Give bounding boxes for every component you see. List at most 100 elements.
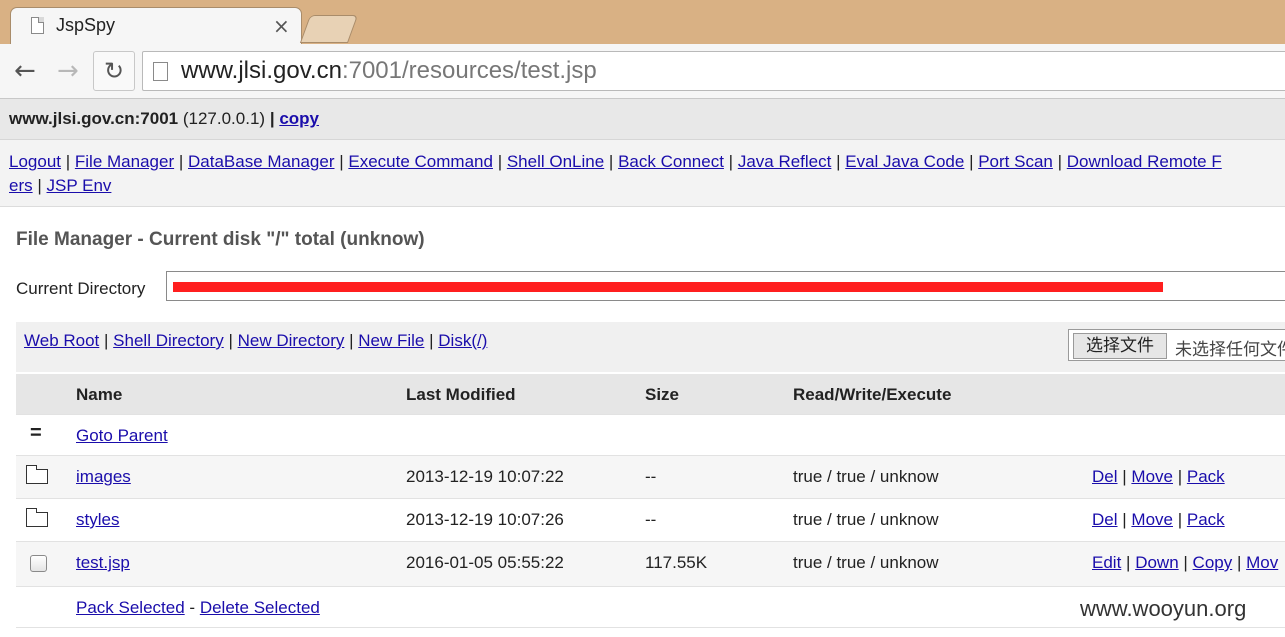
web-root-link[interactable]: Web Root bbox=[24, 331, 99, 350]
table-header-row: Name Last Modified Size Read/Write/Execu… bbox=[16, 374, 1285, 415]
directory-links: Web Root | Shell Directory | New Directo… bbox=[24, 331, 487, 351]
close-icon[interactable]: × bbox=[273, 14, 290, 38]
menu-overflow-fragment[interactable]: ers bbox=[9, 176, 33, 195]
back-arrow-icon[interactable]: ← bbox=[14, 56, 36, 86]
separator: | bbox=[497, 152, 503, 171]
separator: - bbox=[189, 598, 196, 617]
separator: | bbox=[1122, 510, 1127, 529]
table-row: styles 2013-12-19 10:07:26 -- true / tru… bbox=[16, 499, 1285, 542]
redaction-mark bbox=[173, 282, 1163, 292]
pack-selected-link[interactable]: Pack Selected bbox=[76, 598, 185, 617]
browser-tab[interactable]: JspSpy × bbox=[10, 7, 302, 45]
shell-directory-link[interactable]: Shell Directory bbox=[113, 331, 224, 350]
header-modified: Last Modified bbox=[406, 385, 516, 404]
table-row-parent: = Goto Parent bbox=[16, 415, 1285, 456]
menu-file-manager[interactable]: File Manager bbox=[75, 152, 174, 171]
disk-link[interactable]: Disk(/) bbox=[438, 331, 487, 350]
directory-toolbar: Web Root | Shell Directory | New Directo… bbox=[16, 322, 1285, 372]
pack-link[interactable]: Pack bbox=[1187, 467, 1225, 486]
edit-link[interactable]: Edit bbox=[1092, 553, 1121, 572]
permissions: true / true / unknow bbox=[793, 467, 939, 486]
page-title: File Manager - Current disk "/" total (u… bbox=[16, 229, 425, 250]
table-row: images 2013-12-19 10:07:22 -- true / tru… bbox=[16, 456, 1285, 499]
permissions: true / true / unknow bbox=[793, 553, 939, 572]
menu-back-connect[interactable]: Back Connect bbox=[618, 152, 724, 171]
menu-port-scan[interactable]: Port Scan bbox=[978, 152, 1053, 171]
header-size: Size bbox=[645, 385, 680, 404]
choose-file-button[interactable]: 选择文件 bbox=[1073, 333, 1167, 359]
header-name: Name bbox=[76, 385, 123, 404]
host-info: www.jlsi.gov.cn:7001 (127.0.0.1) | copy bbox=[9, 109, 319, 129]
file-size: -- bbox=[645, 467, 657, 486]
host-bar: www.jlsi.gov.cn:7001 (127.0.0.1) | copy bbox=[0, 99, 1285, 140]
menu-download-remote[interactable]: Download Remote F bbox=[1067, 152, 1222, 171]
file-name-link[interactable]: test.jsp bbox=[76, 553, 130, 573]
host-name: www.jlsi.gov.cn:7001 bbox=[9, 109, 179, 128]
del-link[interactable]: Del bbox=[1092, 467, 1118, 486]
file-upload-input[interactable]: 选择文件 未选择任何文件 bbox=[1068, 329, 1285, 361]
new-file-link[interactable]: New File bbox=[358, 331, 424, 350]
separator: | bbox=[1183, 553, 1188, 572]
url-text[interactable]: www.jlsi.gov.cn:7001/resources/test.jsp bbox=[181, 57, 597, 85]
file-size: 117.55K bbox=[645, 553, 708, 572]
menu-jsp-env[interactable]: JSP Env bbox=[47, 176, 112, 195]
current-directory-label: Current Directory bbox=[16, 279, 146, 298]
menu-shell-online[interactable]: Shell OnLine bbox=[507, 152, 604, 171]
menu-database-manager[interactable]: DataBase Manager bbox=[188, 152, 334, 171]
move-link[interactable]: Mov bbox=[1246, 553, 1278, 572]
tab-strip: JspSpy × bbox=[0, 0, 1285, 45]
separator: | bbox=[37, 176, 42, 195]
move-link[interactable]: Move bbox=[1131, 467, 1173, 486]
menu-eval-java-code[interactable]: Eval Java Code bbox=[845, 152, 964, 171]
pack-link[interactable]: Pack bbox=[1187, 510, 1225, 529]
file-name-link[interactable]: images bbox=[76, 467, 131, 487]
delete-selected-link[interactable]: Delete Selected bbox=[200, 598, 320, 617]
url-path: :7001/resources/test.jsp bbox=[341, 57, 597, 84]
separator: | bbox=[728, 152, 734, 171]
folder-icon bbox=[25, 508, 48, 527]
tab-title: JspSpy bbox=[56, 15, 116, 35]
separator: | bbox=[608, 152, 614, 171]
separator: | bbox=[1126, 553, 1131, 572]
separator: | bbox=[349, 331, 354, 350]
row-actions: Del | Move | Pack bbox=[1092, 467, 1225, 487]
main-menu: Logout | File Manager | DataBase Manager… bbox=[0, 140, 1285, 207]
separator: | bbox=[339, 152, 344, 171]
menu-java-reflect[interactable]: Java Reflect bbox=[738, 152, 832, 171]
copy-link[interactable]: copy bbox=[279, 109, 319, 128]
host-ip: (127.0.0.1) bbox=[182, 109, 266, 128]
forward-arrow-icon[interactable]: → bbox=[57, 56, 79, 86]
del-link[interactable]: Del bbox=[1092, 510, 1118, 529]
address-bar[interactable]: www.jlsi.gov.cn:7001/resources/test.jsp bbox=[142, 51, 1285, 91]
separator: | bbox=[1177, 510, 1183, 529]
page-content: www.jlsi.gov.cn:7001 (127.0.0.1) | copy … bbox=[0, 99, 1285, 637]
new-tab-button[interactable] bbox=[299, 15, 359, 43]
parent-dir-icon: = bbox=[30, 422, 42, 444]
file-table: Name Last Modified Size Read/Write/Execu… bbox=[16, 374, 1285, 628]
move-link[interactable]: Move bbox=[1131, 510, 1173, 529]
menu-execute-command[interactable]: Execute Command bbox=[348, 152, 493, 171]
reload-icon[interactable]: ↻ bbox=[93, 51, 135, 91]
select-checkbox[interactable] bbox=[30, 555, 47, 572]
current-directory-input[interactable] bbox=[166, 271, 1285, 301]
menu-links: Logout | File Manager | DataBase Manager… bbox=[9, 150, 1285, 198]
separator: | bbox=[1057, 152, 1063, 171]
row-actions: Del | Move | Pack bbox=[1092, 510, 1225, 530]
down-link[interactable]: Down bbox=[1135, 553, 1178, 572]
file-name-link[interactable]: styles bbox=[76, 510, 119, 530]
separator: | bbox=[269, 109, 275, 128]
copy-link[interactable]: Copy bbox=[1193, 553, 1233, 572]
separator: | bbox=[1236, 553, 1242, 572]
new-directory-link[interactable]: New Directory bbox=[238, 331, 345, 350]
goto-parent-link[interactable]: Goto Parent bbox=[76, 426, 168, 446]
menu-logout[interactable]: Logout bbox=[9, 152, 61, 171]
separator: | bbox=[969, 152, 974, 171]
separator: | bbox=[65, 152, 71, 171]
separator: | bbox=[1122, 467, 1127, 486]
header-rwx: Read/Write/Execute bbox=[793, 385, 952, 404]
table-row: test.jsp 2016-01-05 05:55:22 117.55K tru… bbox=[16, 542, 1285, 587]
separator: | bbox=[104, 331, 109, 350]
page-icon bbox=[153, 62, 168, 81]
watermark: www.wooyun.org bbox=[1080, 596, 1247, 621]
no-file-chosen-text: 未选择任何文件 bbox=[1175, 340, 1285, 359]
